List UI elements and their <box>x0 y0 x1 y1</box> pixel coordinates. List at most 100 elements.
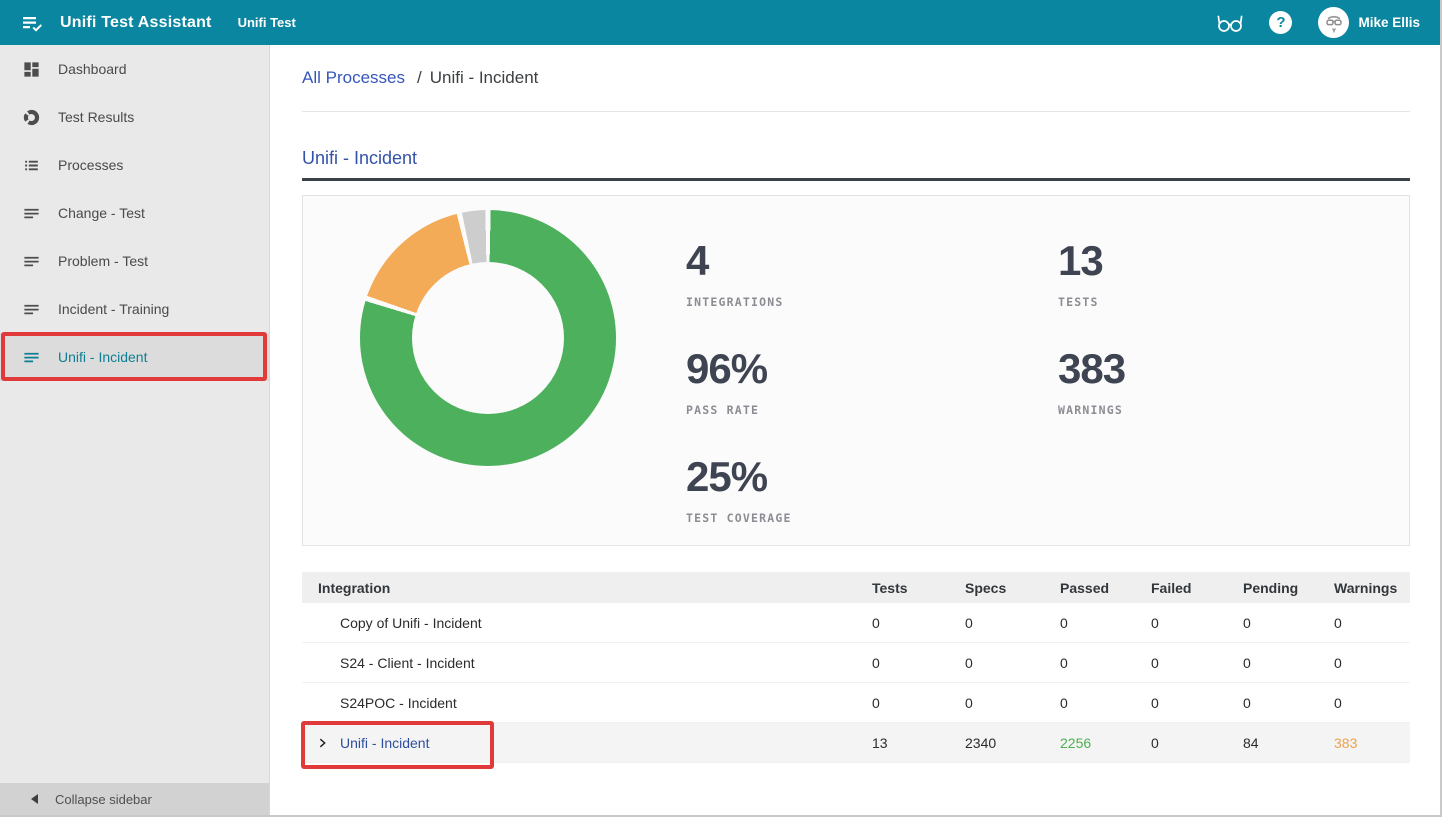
cell-failed: 0 <box>1151 655 1243 671</box>
sidebar-item-label: Dashboard <box>58 61 127 77</box>
menu-check-icon[interactable] <box>20 11 44 35</box>
integration-name: S24POC - Incident <box>302 695 872 711</box>
cell-warnings: 0 <box>1334 615 1412 631</box>
sidebar-item-test-results[interactable]: Test Results <box>0 93 269 141</box>
cell-specs: 0 <box>965 655 1060 671</box>
notes-icon <box>22 204 41 223</box>
notes-icon <box>22 252 41 271</box>
stat-value: 13 <box>1058 240 1103 282</box>
stat-value: 383 <box>1058 348 1125 390</box>
cell-pending: 0 <box>1243 655 1334 671</box>
stat-tests: 13 TESTS <box>1058 240 1103 309</box>
stat-label: TESTS <box>1058 295 1103 309</box>
sidebar-item-label: Processes <box>58 157 123 173</box>
list-icon <box>22 156 41 175</box>
stat-pass-rate: 96% PASS RATE <box>686 348 767 417</box>
cell-passed: 0 <box>1060 615 1151 631</box>
table-row-unifi-incident[interactable]: Unifi - Incident 13 2340 2256 0 84 383 <box>302 723 1410 763</box>
sidebar-item-problem-test[interactable]: Problem - Test <box>0 237 269 285</box>
breadcrumb-all-processes-link[interactable]: All Processes <box>302 68 405 88</box>
stat-label: PASS RATE <box>686 403 767 417</box>
sidebar-item-label: Unifi - Incident <box>58 349 147 365</box>
sidebar-item-label: Change - Test <box>58 205 145 221</box>
notes-icon <box>22 348 41 367</box>
main-content: All Processes / Unifi - Incident Unifi -… <box>271 45 1440 815</box>
integration-name-link[interactable]: Unifi - Incident <box>302 735 872 751</box>
sidebar-item-change-test[interactable]: Change - Test <box>0 189 269 237</box>
integration-name: Copy of Unifi - Incident <box>302 615 872 631</box>
cell-passed: 2256 <box>1060 735 1151 751</box>
breadcrumb-current: Unifi - Incident <box>430 68 539 88</box>
sidebar-item-label: Problem - Test <box>58 253 148 269</box>
table-row[interactable]: S24 - Client - Incident 0 0 0 0 0 0 <box>302 643 1410 683</box>
sidebar-item-incident-training[interactable]: Incident - Training <box>0 285 269 333</box>
stat-label: WARNINGS <box>1058 403 1125 417</box>
cell-failed: 0 <box>1151 695 1243 711</box>
stat-warnings: 383 WARNINGS <box>1058 348 1125 417</box>
cell-passed: 0 <box>1060 695 1151 711</box>
user-avatar[interactable] <box>1318 7 1349 38</box>
donut-chart-icon <box>22 108 41 127</box>
column-header-pending: Pending <box>1243 580 1334 596</box>
column-header-integration: Integration <box>302 580 872 596</box>
collapse-arrow-icon <box>31 794 38 804</box>
sidebar-item-processes[interactable]: Processes <box>0 141 269 189</box>
spectacles-icon[interactable] <box>1215 10 1245 36</box>
cell-warnings: 0 <box>1334 695 1412 711</box>
cell-specs: 0 <box>965 695 1060 711</box>
cell-tests: 0 <box>872 615 965 631</box>
sidebar-item-label: Test Results <box>58 109 134 125</box>
integration-name: S24 - Client - Incident <box>302 655 872 671</box>
stat-integrations: 4 INTEGRATIONS <box>686 240 783 309</box>
sidebar: Dashboard Test Results Processes Change … <box>0 45 270 815</box>
table-header-row: Integration Tests Specs Passed Failed Pe… <box>302 572 1410 603</box>
stat-test-coverage: 25% TEST COVERAGE <box>686 456 792 525</box>
column-header-specs: Specs <box>965 580 1060 596</box>
sidebar-item-label: Incident - Training <box>58 301 169 317</box>
integrations-table: Integration Tests Specs Passed Failed Pe… <box>302 572 1410 763</box>
app-subtitle: Unifi Test <box>238 15 296 30</box>
cell-tests: 0 <box>872 695 965 711</box>
column-header-tests: Tests <box>872 580 965 596</box>
notes-icon <box>22 300 41 319</box>
cell-pending: 0 <box>1243 695 1334 711</box>
stat-value: 25% <box>686 456 792 498</box>
stat-value: 4 <box>686 240 783 282</box>
collapse-sidebar-label: Collapse sidebar <box>55 792 152 807</box>
stat-value: 96% <box>686 348 767 390</box>
sidebar-item-dashboard[interactable]: Dashboard <box>0 45 269 93</box>
column-header-warnings: Warnings <box>1334 580 1412 596</box>
cell-failed: 0 <box>1151 735 1243 751</box>
cell-failed: 0 <box>1151 615 1243 631</box>
page-title: Unifi - Incident <box>302 148 1410 169</box>
breadcrumb: All Processes / Unifi - Incident <box>302 68 1410 88</box>
table-row[interactable]: S24POC - Incident 0 0 0 0 0 0 <box>302 683 1410 723</box>
cell-passed: 0 <box>1060 655 1151 671</box>
results-donut-chart <box>360 210 616 466</box>
cell-specs: 2340 <box>965 735 1060 751</box>
integration-name-text[interactable]: Unifi - Incident <box>340 735 429 751</box>
help-icon[interactable]: ? <box>1269 11 1292 34</box>
summary-card: 4 INTEGRATIONS 13 TESTS 96% PASS RATE 38… <box>302 195 1410 546</box>
collapse-sidebar-button[interactable]: Collapse sidebar <box>0 783 269 815</box>
app-header: Unifi Test Assistant Unifi Test ? Mike E… <box>0 0 1440 45</box>
breadcrumb-separator: / <box>417 68 422 88</box>
dashboard-icon <box>22 60 41 79</box>
expand-chevron-icon[interactable] <box>316 736 329 749</box>
cell-pending: 0 <box>1243 615 1334 631</box>
column-header-failed: Failed <box>1151 580 1243 596</box>
cell-pending: 84 <box>1243 735 1334 751</box>
stat-label: TEST COVERAGE <box>686 511 792 525</box>
app-title: Unifi Test Assistant <box>60 14 212 32</box>
sidebar-item-unifi-incident[interactable]: Unifi - Incident <box>0 333 269 381</box>
column-header-passed: Passed <box>1060 580 1151 596</box>
user-name[interactable]: Mike Ellis <box>1358 15 1420 30</box>
cell-specs: 0 <box>965 615 1060 631</box>
stat-label: INTEGRATIONS <box>686 295 783 309</box>
breadcrumb-divider <box>302 111 1410 112</box>
cell-tests: 0 <box>872 655 965 671</box>
cell-tests: 13 <box>872 735 965 751</box>
title-underline <box>302 178 1410 181</box>
cell-warnings: 0 <box>1334 655 1412 671</box>
table-row[interactable]: Copy of Unifi - Incident 0 0 0 0 0 0 <box>302 603 1410 643</box>
